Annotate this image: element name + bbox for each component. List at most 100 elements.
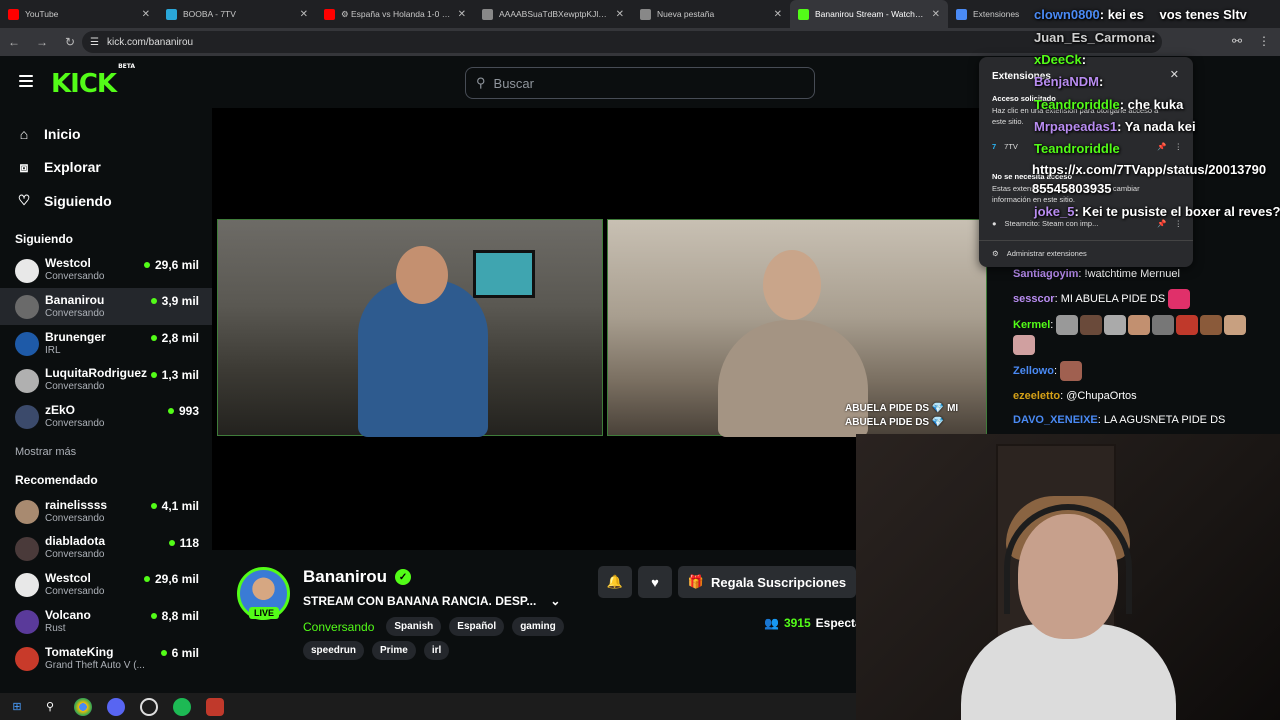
category-link[interactable]: Conversando [303,620,374,634]
search-icon[interactable]: ⚲ [41,698,59,716]
channel-category: Conversando [45,586,105,598]
chat-username[interactable]: Kermel [1013,319,1050,331]
overlay-text: : kei es [1099,7,1144,22]
stream-overlay-text: ABUELA PIDE DS 💎 MI ABUELA PIDE DS 💎 [845,403,959,428]
sidebar-channel[interactable]: zEkO Conversando 993 [0,398,212,435]
sidebar-channel[interactable]: TomateKing Grand Theft Auto V (... 6 mil [0,640,212,677]
sidebar-channel[interactable]: LuquitaRodriguez Conversando 1,3 mil [0,362,212,399]
overlay-username: Juan_Es_Carmona [1034,30,1152,45]
webcam-overlay [856,434,1280,720]
stream-tags-row2: speedrun Prime irl [303,641,450,660]
extensions-icon[interactable]: ⚯ [1232,34,1242,48]
stream-category-tags: Conversando Spanish Español gaming [303,617,564,636]
site-info-icon[interactable]: ☰ [90,37,99,48]
manage-extensions-row[interactable]: ⚙ Administrar extensiones [992,245,1182,261]
browser-tab[interactable]: Nueva pestaña ✕ [632,0,790,28]
chat-username[interactable]: Santiagoyim [1013,268,1078,280]
tag[interactable]: gaming [512,617,564,636]
browser-tab[interactable]: AAAABSuaTdBXewptpKJlpCSAr ✕ [474,0,632,28]
sidebar-channel[interactable]: Volcano Rust 8,8 mil [0,603,212,640]
close-icon[interactable]: ✕ [300,9,308,20]
tag[interactable]: speedrun [303,641,365,660]
tag[interactable]: Spanish [386,617,442,636]
sidebar-channel[interactable]: diabladota Conversando 118 [0,530,212,567]
compass-icon: ⧈ [19,158,29,175]
recommended-list: rainelissss Conversando 4,1 mil diablado… [0,493,212,676]
close-icon[interactable]: ✕ [616,9,624,20]
viewers-icon: 👥 [764,616,779,630]
browser-tab[interactable]: Bananirou Stream - Watch Live ✕ [790,0,948,28]
sidebar-channel[interactable]: rainelissss Conversando 4,1 mil [0,493,212,530]
url-text: kick.com/bananirou [106,36,194,48]
chat-username[interactable]: sesscor [1013,293,1055,305]
show-more-link[interactable]: Mostrar más [0,441,212,463]
chrome-icon[interactable] [74,697,92,716]
pin-icon[interactable]: 📌 [1157,142,1166,151]
chat-username[interactable]: DAVO_XENEIXE [1013,414,1098,426]
obs-icon[interactable] [140,697,158,716]
viewer-count: 29,6 mil [144,258,199,272]
sidebar-nav-explorar[interactable]: ⧈ Explorar [0,151,212,185]
channel-name[interactable]: Bananirou [303,567,387,587]
reload-icon[interactable]: ↻ [62,35,78,49]
pin-icon[interactable]: 📌 [1157,219,1166,228]
tag[interactable]: Español [449,617,505,636]
url-field[interactable]: ☰ kick.com/bananirou [82,31,1162,53]
menu-icon[interactable]: ⋮ [1258,34,1270,48]
viewer-count: 8,8 mil [151,609,199,623]
viewer-count: 3,9 mil [151,294,199,308]
spotify-icon[interactable] [173,697,191,716]
close-icon[interactable]: ✕ [142,9,150,20]
notification-bell-button[interactable]: 🔔 [598,566,632,598]
follow-button[interactable]: ♥ [638,566,672,598]
overlay-chat-line: Teandroriddle: che kuka [1034,97,1183,112]
tag[interactable]: irl [423,641,450,660]
more-options-icon[interactable]: ⋮ [1175,142,1183,151]
close-icon[interactable]: ✕ [1170,68,1179,81]
discord-icon[interactable] [107,697,125,716]
sidebar-channel[interactable]: Westcol Conversando 29,6 mil [0,566,212,603]
chat-text: : [1053,364,1058,377]
tag[interactable]: Prime [372,641,416,660]
gift-subscriptions-button[interactable]: 🎁 Regala Suscripciones [678,566,856,598]
more-options-icon[interactable]: ⋮ [1175,219,1183,228]
browser-tab[interactable]: YouTube ✕ [0,0,158,28]
sidebar-nav-siguiendo[interactable]: ♡ Siguiendo [0,184,212,218]
search-input[interactable]: ⚲ Buscar [465,67,815,99]
viewer-number: 3915 [783,616,811,630]
verified-icon: ✓ [395,569,412,585]
kick-logo[interactable]: KICKBETA [51,63,135,99]
chat-username[interactable]: Zellowo [1013,365,1054,377]
hamburger-menu-icon[interactable] [19,75,33,87]
extension-name: 7TV [1004,141,1018,151]
sidebar-channel[interactable]: Brunenger IRL 2,8 mil [0,325,212,362]
back-icon[interactable]: ← [6,35,22,49]
sidebar-nav-inicio[interactable]: ⌂ Inicio [0,117,212,151]
chat-message: DAVO_XENEIXE: LA AGUSNETA PIDE DS [1003,408,1280,432]
avatar [15,368,39,393]
forward-icon[interactable]: → [34,35,50,49]
avatar [15,610,39,634]
browser-tab[interactable]: BOOBA - 7TV ✕ [158,0,316,28]
overlay-username: Teandroriddle [1034,141,1120,156]
channel-name-row: Bananirou ✓ [303,567,412,587]
sidebar-channel[interactable]: Bananirou Conversando 3,9 mil [0,288,212,325]
viewer-count: 1,3 mil [151,368,199,382]
chevron-down-icon[interactable]: ⌄ [550,594,560,608]
close-icon[interactable]: ✕ [774,9,782,20]
chat-text: : [1050,318,1054,331]
sidebar: ⌂ Inicio ⧈ Explorar ♡ Siguiendo Siguiendo Wes… [0,108,212,693]
channel-category: Conversando [45,418,105,430]
chat-username[interactable]: ezeeletto [1013,390,1060,402]
close-icon[interactable]: ✕ [932,9,940,20]
gift-icon: 🎁 [687,574,705,589]
overlay-chat-line: Mrpapeadas1: Ya nada kei [1034,119,1196,134]
tab-favicon-icon [166,8,177,20]
tab-label: ⚙ España vs Holanda 1-0 FIF [341,8,452,19]
sidebar-channel[interactable]: Westcol Conversando 29,6 mil [0,252,212,289]
windows-icon[interactable]: ⊞ [8,698,26,716]
browser-tab[interactable]: ⚙ España vs Holanda 1-0 FIF ✕ [316,0,474,28]
app-icon[interactable] [206,697,224,716]
overlay-username: joke_5 [1034,204,1075,219]
close-icon[interactable]: ✕ [458,9,466,20]
